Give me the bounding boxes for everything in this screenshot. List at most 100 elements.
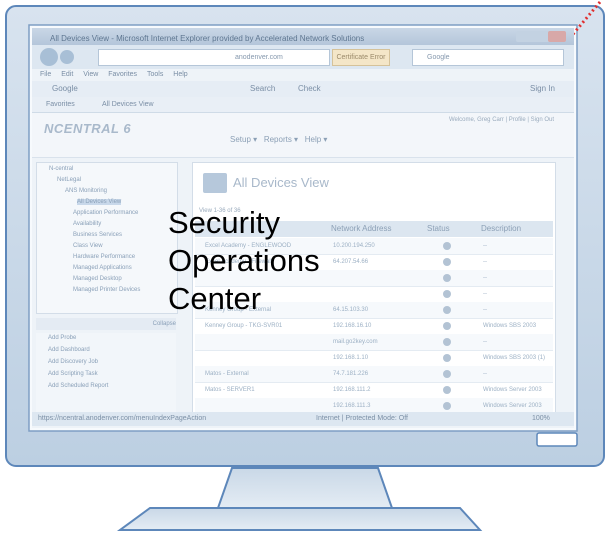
device-address: 10.200.194.250 bbox=[333, 243, 375, 249]
app-nav: Setup ▾ Reports ▾ Help ▾ bbox=[230, 135, 328, 144]
col-network-address[interactable]: Network Address bbox=[331, 221, 391, 237]
status-icon bbox=[443, 242, 451, 250]
forward-icon[interactable] bbox=[60, 50, 74, 64]
table-row[interactable]: mail.go2key.com -- bbox=[195, 334, 553, 351]
tree-item[interactable]: Managed Applications bbox=[73, 265, 132, 271]
tree-item[interactable]: Business Services bbox=[73, 232, 122, 238]
toolbar-search-button[interactable]: Search bbox=[250, 81, 275, 97]
device-description: -- bbox=[483, 275, 487, 281]
device-description: -- bbox=[483, 307, 487, 313]
status-icon bbox=[443, 274, 451, 282]
tree-item[interactable]: Managed Desktop bbox=[73, 276, 122, 282]
collapse-button[interactable]: Collapse bbox=[36, 318, 176, 330]
tree-item[interactable]: NetLegal bbox=[57, 177, 81, 183]
device-name: Matos - SERVER1 bbox=[205, 387, 255, 393]
status-icon bbox=[443, 258, 451, 266]
device-description: -- bbox=[483, 243, 487, 249]
device-description: Windows SBS 2003 bbox=[483, 323, 537, 329]
device-address: 192.168.1.10 bbox=[333, 355, 369, 361]
menu-edit[interactable]: Edit bbox=[61, 71, 73, 78]
back-icon[interactable] bbox=[40, 48, 58, 66]
nav-help[interactable]: Help bbox=[305, 135, 321, 144]
address-bar-row: anodenver.com Certificate Error Google bbox=[32, 45, 574, 69]
tree-item[interactable]: Application Performance bbox=[73, 210, 138, 216]
status-icon bbox=[443, 354, 451, 362]
folder-icon bbox=[203, 173, 227, 193]
nav-reports[interactable]: Reports bbox=[264, 135, 292, 144]
ncentral-logo: NCENTRAL 6 bbox=[44, 121, 132, 136]
address-input[interactable]: anodenver.com bbox=[98, 49, 330, 66]
window-titlebar: All Devices View - Microsoft Internet Ex… bbox=[32, 28, 574, 45]
soc-overlay-label: Security Operations Center bbox=[168, 204, 320, 318]
add-dashboard-link[interactable]: Add Dashboard bbox=[48, 347, 90, 353]
device-address: 192.168.16.10 bbox=[333, 323, 372, 329]
device-address: 64.207.54.66 bbox=[333, 259, 369, 265]
device-address: 64.15.103.30 bbox=[333, 307, 369, 313]
tree-item[interactable]: Class View bbox=[73, 243, 103, 249]
menu-tools[interactable]: Tools bbox=[147, 71, 163, 78]
add-probe-link[interactable]: Add Probe bbox=[48, 335, 76, 341]
col-description[interactable]: Description bbox=[481, 221, 521, 237]
status-icon bbox=[443, 322, 451, 330]
monitor-stand-base bbox=[116, 507, 483, 531]
menu-favorites[interactable]: Favorites bbox=[108, 71, 137, 78]
window-title: All Devices View - Microsoft Internet Ex… bbox=[50, 34, 365, 43]
overlay-line-3: Center bbox=[168, 281, 262, 316]
status-icon bbox=[443, 402, 451, 410]
menu-help[interactable]: Help bbox=[173, 71, 187, 78]
tree-item[interactable]: Hardware Performance bbox=[73, 254, 135, 260]
device-description: Windows Server 2003 bbox=[483, 387, 542, 393]
status-icon bbox=[443, 338, 451, 346]
add-discovery-job-link[interactable]: Add Discovery Job bbox=[48, 359, 98, 365]
device-address: 192.168.111.2 bbox=[333, 387, 371, 393]
status-url: https://ncentral.anodenver.com/menuIndex… bbox=[38, 415, 207, 422]
table-row[interactable]: Kenney Group - TKG-SVR01 192.168.16.10 Win… bbox=[195, 318, 553, 335]
overlay-line-1: Security bbox=[168, 205, 280, 240]
add-scripting-task-link[interactable]: Add Scripting Task bbox=[48, 371, 98, 377]
tree-item[interactable]: ANS Monitoring bbox=[65, 188, 107, 194]
device-description: -- bbox=[483, 371, 487, 377]
navigation-tree: N-central NetLegal ANS Monitoring All De… bbox=[36, 162, 178, 314]
tree-item[interactable]: Managed Printer Devices bbox=[73, 287, 140, 293]
menu-view[interactable]: View bbox=[83, 71, 98, 78]
close-icon[interactable] bbox=[548, 31, 566, 42]
tree-item[interactable]: Availability bbox=[73, 221, 101, 227]
google-toolbar: Google Search Check Sign In bbox=[32, 81, 574, 98]
actions-panel: Add Probe Add Dashboard Add Discovery Jo… bbox=[36, 333, 176, 419]
favorites-bar: Favorites All Devices View bbox=[32, 97, 574, 113]
search-input[interactable]: Google bbox=[412, 49, 564, 66]
zoom-level[interactable]: 100% bbox=[532, 412, 550, 426]
view-title: All Devices View bbox=[233, 175, 329, 190]
device-description: Windows SBS 2003 (1) bbox=[483, 355, 546, 361]
favorites-button[interactable]: Favorites bbox=[46, 97, 75, 112]
overlay-line-2: Operations bbox=[168, 243, 320, 278]
tree-item-selected[interactable]: All Devices View bbox=[77, 199, 122, 205]
status-bar: https://ncentral.anodenver.com/menuIndex… bbox=[32, 412, 574, 426]
browser-tab[interactable]: All Devices View bbox=[102, 97, 154, 112]
device-description: -- bbox=[483, 339, 487, 345]
device-name: Matos - External bbox=[205, 371, 249, 377]
status-zone: Internet | Protected Mode: Off bbox=[316, 415, 408, 422]
table-row[interactable]: Matos - SERVER1 192.168.111.2 Windows Serv… bbox=[195, 382, 553, 399]
status-icon bbox=[443, 370, 451, 378]
status-icon bbox=[443, 386, 451, 394]
device-description: -- bbox=[483, 291, 487, 297]
col-status[interactable]: Status bbox=[427, 221, 450, 237]
status-icon bbox=[443, 306, 451, 314]
add-scheduled-report-link[interactable]: Add Scheduled Report bbox=[48, 383, 108, 389]
nav-setup[interactable]: Setup bbox=[230, 135, 251, 144]
signin-link[interactable]: Sign In bbox=[530, 81, 555, 97]
device-description: -- bbox=[483, 259, 487, 265]
status-icon bbox=[443, 290, 451, 298]
table-row[interactable]: Matos - External 74.7.181.226 -- bbox=[195, 366, 553, 383]
toolbar-check-button[interactable]: Check bbox=[298, 81, 321, 97]
device-name: Kenney Group - TKG-SVR01 bbox=[205, 323, 283, 329]
tree-item[interactable]: N-central bbox=[49, 166, 73, 172]
device-address: mail.go2key.com bbox=[333, 339, 378, 345]
monitor-stand-neck bbox=[216, 467, 394, 509]
table-row[interactable]: 192.168.1.10 Windows SBS 2003 (1) bbox=[195, 350, 553, 367]
google-label: Google bbox=[52, 84, 78, 93]
menu-bar: File Edit View Favorites Tools Help bbox=[32, 69, 574, 81]
certificate-error-badge[interactable]: Certificate Error bbox=[332, 49, 390, 66]
menu-file[interactable]: File bbox=[40, 71, 51, 78]
